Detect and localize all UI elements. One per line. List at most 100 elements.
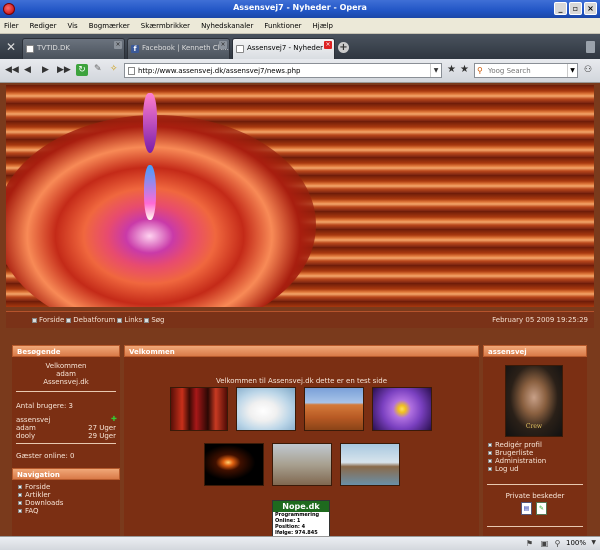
back-icon[interactable]: ◀ [22, 65, 33, 76]
nav-link-forside[interactable]: Forside [32, 316, 64, 324]
divider [16, 391, 116, 392]
visitor-counter[interactable]: Nope.dk Programmering Online: 1 Position… [272, 500, 330, 536]
online-icon: ✚ [111, 415, 117, 423]
search-input[interactable] [488, 66, 566, 76]
security-icon[interactable]: ✧ [110, 64, 120, 76]
user-name[interactable]: adam [16, 424, 36, 432]
drops-thumbnail[interactable] [170, 387, 228, 431]
user-name[interactable]: dooly [16, 432, 35, 440]
bullet-icon [144, 317, 150, 323]
tools-icon[interactable]: ✕ [4, 40, 18, 54]
welcome-user: adam [56, 370, 76, 378]
minimize-button[interactable]: _ [554, 2, 567, 15]
menu-tools[interactable]: Funktioner [264, 22, 301, 30]
tab-assensvej[interactable]: Assensvej7 - Nyheder × [232, 38, 335, 59]
left-sidebar: Besøgende Velkommen adam Assensvej.dk An… [12, 345, 120, 536]
forward-icon[interactable]: ▶ [40, 65, 51, 76]
inbox-icon[interactable]: ▤ [521, 502, 532, 515]
bears-water-thumbnail[interactable] [340, 443, 400, 486]
bookmark-star-icon-2[interactable]: ★ [460, 64, 470, 76]
private-messages-label: Private beskeder [505, 492, 565, 500]
user-panel-header: assensvej [483, 345, 587, 357]
lotus-thumbnail[interactable] [372, 387, 432, 431]
menu-help[interactable]: Hjælp [313, 22, 333, 30]
eclipse-thumbnail[interactable] [204, 443, 264, 486]
counter-title: Nope.dk [273, 501, 329, 512]
url-field[interactable]: http://www.assensvej.dk/assensvej7/news.… [124, 63, 442, 78]
bullet-icon [18, 501, 22, 505]
zoom-icon[interactable]: ⚲ [553, 539, 562, 548]
page-icon [26, 45, 34, 53]
new-tab-button[interactable]: + [338, 42, 349, 53]
bullet-icon [32, 317, 37, 323]
right-sidebar: assensvej Crew Redigér profil Brugerlist… [483, 345, 587, 536]
search-field[interactable]: ⚲ ▼ [474, 63, 578, 78]
compose-icon[interactable]: ✎ [536, 502, 547, 515]
tab-close-icon[interactable]: × [114, 41, 122, 49]
rewind-icon[interactable]: ◀◀ [5, 65, 19, 76]
menu-file[interactable]: Filer [4, 22, 19, 30]
welcome-header: Velkommen [124, 345, 479, 357]
bullet-icon [18, 493, 22, 497]
facebook-icon: f [131, 45, 139, 53]
tab-close-icon[interactable]: × [324, 41, 332, 49]
url-dropdown-icon[interactable]: ▼ [430, 64, 441, 77]
polar-bears-thumbnail[interactable] [236, 387, 296, 431]
divider [487, 526, 583, 527]
navigation-list: Forside Artikler Downloads FAQ [12, 480, 120, 518]
search-dropdown-icon[interactable]: ▼ [567, 64, 577, 77]
bookmark-star-icon[interactable]: ★ [447, 64, 457, 76]
camel-thumbnail[interactable] [272, 443, 332, 486]
maximize-button[interactable]: ▫ [569, 2, 582, 15]
bullet-icon [18, 485, 22, 489]
window-controls: _ ▫ × [554, 2, 597, 15]
menu-feeds[interactable]: Nyhedskanaler [201, 22, 253, 30]
nav-item-downloads[interactable]: Downloads [18, 499, 114, 507]
bullet-icon [488, 451, 492, 455]
trash-icon[interactable] [586, 41, 595, 53]
menu-user-list[interactable]: Brugerliste [488, 449, 546, 457]
fast-forward-icon[interactable]: ▶▶ [57, 65, 71, 76]
menu-bookmarks[interactable]: Bogmærker [89, 22, 130, 30]
nav-item-forside[interactable]: Forside [18, 483, 114, 491]
nav-item-faq[interactable]: FAQ [18, 507, 114, 515]
user-since: 27 Uger [88, 424, 116, 432]
nav-item-artikler[interactable]: Artikler [18, 491, 114, 499]
nav-link-sog[interactable]: Søg [144, 316, 165, 324]
user-menu: Redigér profil Brugerliste Administratio… [483, 441, 551, 473]
date-time: February 05 2009 19:25:29 [492, 316, 588, 324]
wand-icon[interactable]: ✎ [94, 64, 105, 76]
menu-view[interactable]: Vis [67, 22, 77, 30]
tab-close-icon[interactable]: × [219, 41, 227, 49]
zoom-dropdown-icon[interactable]: ▼ [591, 539, 596, 546]
menu-logout[interactable]: Log ud [488, 465, 546, 473]
nav-link-links[interactable]: Links [117, 316, 142, 324]
url-text[interactable]: http://www.assensvej.dk/assensvej7/news.… [138, 67, 301, 75]
tab-label: Assensvej7 - Nyheder [247, 44, 324, 52]
avatar[interactable]: Crew [505, 365, 563, 437]
image-toggle-icon[interactable]: ▣ [540, 539, 549, 548]
binoculars-icon[interactable]: ⚇ [584, 65, 592, 75]
visitors-header: Besøgende [12, 345, 120, 357]
guests-online: Gæster online: 0 [16, 452, 75, 460]
menu-administration[interactable]: Administration [488, 457, 546, 465]
tab-label: Facebook | Kenneth Chr... [142, 44, 230, 52]
site-nav-strip: Forside Debatforum Links Søg February 05… [6, 311, 594, 328]
turbo-icon[interactable]: ⚑ [525, 539, 534, 548]
welcome-line: Velkommen [45, 362, 87, 370]
zoom-level[interactable]: 100% [566, 539, 586, 547]
reload-icon[interactable]: ↻ [76, 64, 88, 76]
menu-edit[interactable]: Rediger [30, 22, 57, 30]
tab-facebook[interactable]: f Facebook | Kenneth Chr... × [127, 38, 230, 59]
menu-edit-profile[interactable]: Redigér profil [488, 441, 546, 449]
menu-widgets[interactable]: Skærmbrikker [141, 22, 190, 30]
main-content: Velkommen Velkommen til Assensvej.dk det… [124, 345, 479, 536]
user-name[interactable]: assensvej [16, 416, 50, 424]
page-icon [236, 45, 244, 53]
arch-rock-thumbnail[interactable] [304, 387, 364, 431]
status-bar: ⚑ ▣ ⚲ 100% ▼ [0, 536, 600, 550]
tab-tvtid[interactable]: TVTID.DK × [22, 38, 125, 59]
close-button[interactable]: × [584, 2, 597, 15]
user-since: 29 Uger [88, 432, 116, 440]
nav-link-debatforum[interactable]: Debatforum [66, 316, 115, 324]
